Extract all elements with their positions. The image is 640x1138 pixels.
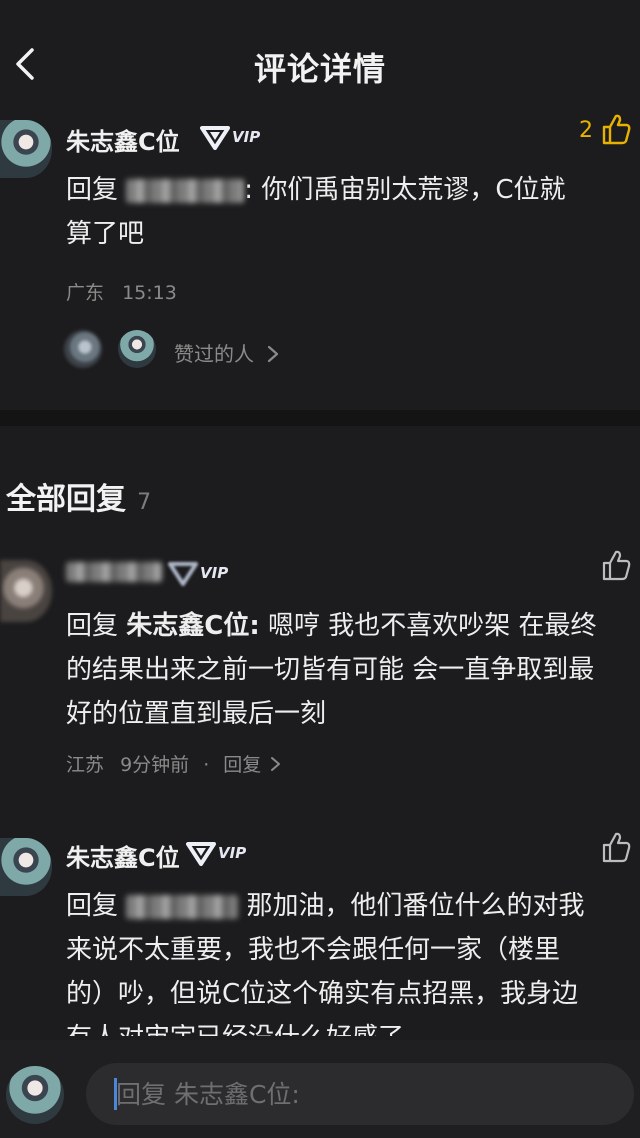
- reply-text-part: 嗯哼 我也不喜欢吵架 在最终: [268, 611, 597, 641]
- comment-meta: 广东 15:13: [66, 278, 177, 305]
- reply-count: 7: [137, 490, 152, 515]
- reply-line-2: 来说不太重要，我也不会跟任何一家（楼里: [66, 935, 561, 965]
- reply-action-label: 回复: [223, 754, 262, 776]
- meta-separator: ·: [203, 754, 210, 776]
- replies-section-header: 全部回复 7: [6, 474, 151, 518]
- vip-badge: VIP: [168, 560, 228, 586]
- avatar[interactable]: [0, 560, 52, 622]
- reply-line-1: 回复 那加油，他们番位什么的对我: [66, 884, 585, 928]
- text-caret: [114, 1078, 117, 1110]
- my-avatar[interactable]: [6, 1066, 64, 1124]
- reply-line-4-clip: 有人对宙宇已经没什么好感了: [0, 1016, 640, 1036]
- vip-badge: VIP: [186, 840, 246, 866]
- reply-line-1: 回复 朱志鑫C位: 嗯哼 我也不喜欢吵架 在最终: [66, 604, 597, 648]
- comment-text-part: 你们禹宙别太荒谬，C位就: [261, 175, 566, 205]
- reply-line-2: 的结果出来之前一切皆有可能 会一直争取到最: [66, 655, 595, 685]
- username[interactable]: 朱志鑫C位: [66, 838, 180, 873]
- vip-label: VIP: [232, 128, 261, 146]
- vip-diamond-icon: [186, 842, 216, 866]
- comment-line-1: 回复 : 你们禹宙别太荒谬，C位就: [66, 168, 565, 212]
- liker-avatar[interactable]: [64, 330, 102, 368]
- username[interactable]: 朱志鑫C位: [66, 122, 180, 157]
- thumbs-up-icon[interactable]: [600, 830, 632, 864]
- liker-avatar[interactable]: [118, 330, 156, 368]
- reply-line-3: 的）吵，但说C位这个确实有点招黑，我身边: [66, 979, 579, 1009]
- reply-line-3: 好的位置直到最后一刻: [66, 699, 327, 729]
- chevron-right-icon: [268, 345, 279, 363]
- vip-label: VIP: [218, 844, 247, 862]
- header: 评论详情: [0, 0, 640, 120]
- vip-badge: VIP: [200, 124, 260, 150]
- vip-label: VIP: [200, 564, 229, 582]
- likers-link[interactable]: 赞过的人: [174, 338, 280, 367]
- thumbs-up-icon[interactable]: [600, 548, 632, 582]
- thumbs-up-icon[interactable]: [600, 112, 632, 146]
- reply-action[interactable]: 回复: [223, 754, 282, 776]
- section-divider: [0, 410, 640, 426]
- reply-prefix: 回复: [66, 891, 119, 921]
- reply-prefix: 回复: [66, 175, 119, 205]
- reply-location: 江苏: [66, 754, 105, 776]
- reply-input[interactable]: [86, 1063, 634, 1125]
- reply-prefix: 回复: [66, 611, 119, 641]
- reply-line-4: 有人对宙宇已经没什么好感了: [66, 1016, 404, 1036]
- blurred-username: [126, 894, 239, 919]
- comment-line-2: 算了吧: [66, 219, 145, 249]
- like-count: 2: [579, 118, 593, 143]
- comment-location: 广东: [66, 282, 105, 304]
- avatar[interactable]: [0, 838, 52, 896]
- reply-meta: 江苏 9分钟前 · 回复: [66, 750, 282, 777]
- blurred-username: [126, 178, 245, 203]
- vip-diamond-icon: [200, 126, 230, 150]
- blurred-username[interactable]: [66, 562, 162, 582]
- reply-text-part: 那加油，他们番位什么的对我: [246, 891, 585, 921]
- chevron-right-icon: [271, 757, 281, 771]
- section-title: 全部回复: [6, 482, 126, 517]
- comment-time: 15:13: [122, 282, 177, 304]
- reply-time: 9分钟前: [120, 754, 190, 776]
- reply-colon: :: [244, 175, 254, 205]
- likers-label: 赞过的人: [174, 342, 254, 366]
- vip-diamond-icon: [168, 562, 198, 586]
- page-title: 评论详情: [253, 50, 386, 88]
- reply-to-user[interactable]: 朱志鑫C位:: [126, 611, 259, 641]
- avatar[interactable]: [0, 120, 52, 178]
